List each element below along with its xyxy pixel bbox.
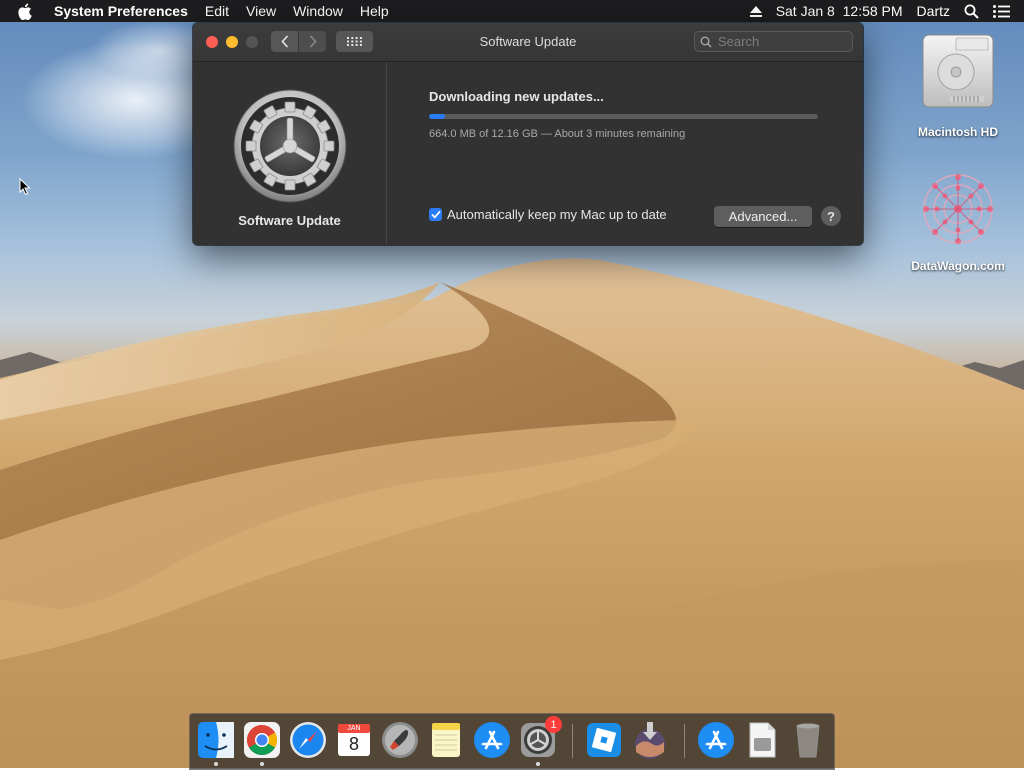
software-update-window: Software Update Search Software Update D… xyxy=(193,23,863,245)
download-progress-fill xyxy=(429,114,445,119)
calendar-day: 8 xyxy=(348,734,359,754)
dock-item-notes[interactable] xyxy=(426,720,466,760)
dock-item-macos-installer[interactable] xyxy=(630,720,670,760)
dock-item-trash[interactable] xyxy=(788,720,828,760)
datawagon-icon xyxy=(923,174,993,244)
roblox-icon xyxy=(587,723,621,757)
dock-separator xyxy=(684,724,685,758)
safari-icon xyxy=(290,722,326,758)
download-progress-bar xyxy=(429,114,818,119)
dock-item-app-store[interactable] xyxy=(472,720,512,760)
finder-icon xyxy=(198,722,234,758)
notification-badge: 1 xyxy=(545,716,562,733)
desktop-item-datawagon[interactable]: DataWagon.com xyxy=(900,168,1016,273)
software-update-gear-icon xyxy=(233,89,347,203)
desktop-item-label: DataWagon.com xyxy=(911,259,1005,273)
notification-center-icon[interactable] xyxy=(993,4,1010,18)
help-button[interactable]: ? xyxy=(821,206,841,226)
auto-update-option[interactable]: Automatically keep my Mac up to date xyxy=(429,207,667,222)
menu-app-name[interactable]: System Preferences xyxy=(54,3,188,19)
running-indicator xyxy=(214,762,218,766)
hard-drive-icon xyxy=(922,34,994,108)
dock-item-document[interactable] xyxy=(742,720,782,760)
menu-view[interactable]: View xyxy=(246,3,276,19)
calendar-month: JAN xyxy=(347,725,361,732)
search-input[interactable] xyxy=(716,33,840,50)
menu-help[interactable]: Help xyxy=(360,3,389,19)
apple-menu-icon[interactable] xyxy=(17,3,39,20)
app-store-icon xyxy=(474,722,510,758)
eject-icon[interactable] xyxy=(749,5,762,17)
dock-item-system-preferences[interactable]: 1 xyxy=(518,716,562,760)
running-indicator xyxy=(260,762,264,766)
desktop-item-label: Macintosh HD xyxy=(917,125,998,139)
auto-update-checkbox[interactable] xyxy=(429,208,442,221)
auto-update-label[interactable]: Automatically keep my Mac up to date xyxy=(447,207,667,222)
trash-icon xyxy=(796,723,820,758)
menu-window[interactable]: Window xyxy=(293,3,343,19)
desktop-item-macintosh-hd[interactable]: Macintosh HD xyxy=(905,32,1011,139)
launchpad-icon xyxy=(382,722,418,758)
running-indicator xyxy=(536,762,540,766)
checkmark-icon xyxy=(430,210,441,219)
dock-item-roblox[interactable] xyxy=(584,720,624,760)
pane-title: Software Update xyxy=(238,213,341,228)
dock-item-finder[interactable] xyxy=(196,720,236,760)
sidebar-pane: Software Update xyxy=(193,62,387,245)
mouse-cursor-icon xyxy=(19,178,31,196)
search-field[interactable] xyxy=(694,31,853,52)
search-icon xyxy=(700,36,712,48)
document-icon xyxy=(749,722,776,758)
update-status-text: Downloading new updates... xyxy=(429,89,604,104)
dock-item-chrome[interactable] xyxy=(242,720,282,760)
dock-separator xyxy=(572,724,573,758)
notes-icon xyxy=(432,723,460,757)
menu-edit[interactable]: Edit xyxy=(205,3,229,19)
spotlight-search-icon[interactable] xyxy=(964,4,979,19)
dock-item-launchpad[interactable] xyxy=(380,720,420,760)
chrome-icon xyxy=(244,722,280,758)
menu-bar: System Preferences Edit View Window Help… xyxy=(0,0,1024,22)
dock: JAN 8 1 xyxy=(189,713,835,770)
download-progress-text: 664.0 MB of 12.16 GB — About 3 minutes r… xyxy=(429,128,686,140)
dock-item-calendar[interactable]: JAN 8 xyxy=(334,720,374,760)
dock-item-safari[interactable] xyxy=(288,720,328,760)
dock-item-app-store-folder[interactable] xyxy=(696,720,736,760)
window-titlebar[interactable]: Software Update xyxy=(193,23,863,62)
advanced-button[interactable]: Advanced... xyxy=(714,206,812,227)
menu-user-name[interactable]: Dartz xyxy=(917,3,950,19)
menu-clock[interactable]: Sat Jan 8 12:58 PM xyxy=(776,3,903,19)
macos-installer-icon xyxy=(635,722,665,759)
app-store-icon xyxy=(698,722,734,758)
